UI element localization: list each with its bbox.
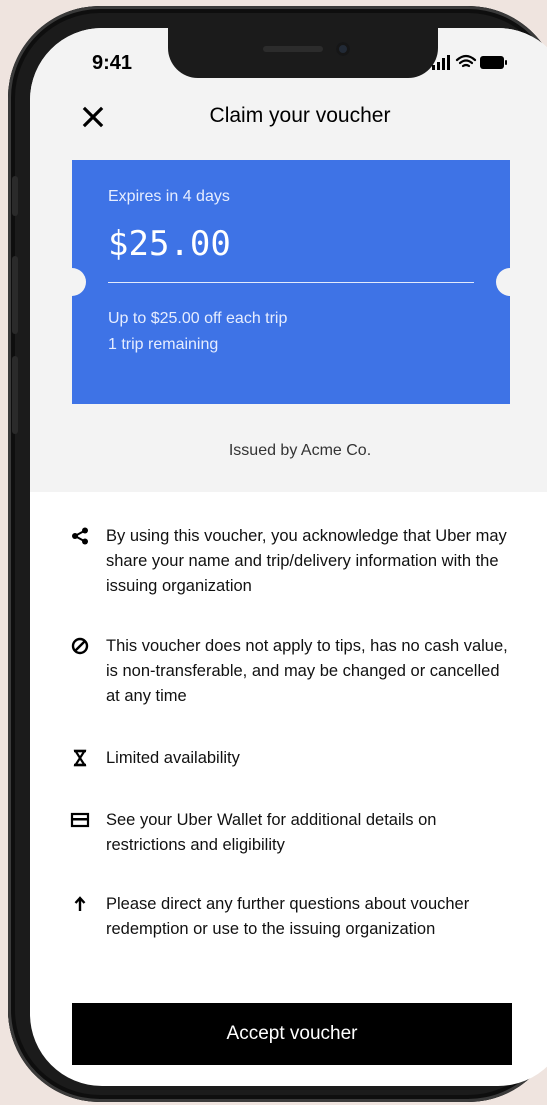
voucher-divider xyxy=(108,282,474,283)
term-text: See your Uber Wallet for additional deta… xyxy=(106,811,437,854)
wallet-icon xyxy=(70,812,90,828)
voucher-card: Expires in 4 days $25.00 Up to $25.00 of… xyxy=(58,160,524,404)
mute-switch xyxy=(12,176,18,216)
ticket-notch-right xyxy=(496,268,524,296)
volume-up-button xyxy=(12,256,18,334)
voucher-amount: $25.00 xyxy=(108,224,231,264)
header: Claim your voucher xyxy=(30,98,547,138)
prohibited-icon xyxy=(71,637,89,655)
term-text: This voucher does not apply to tips, has… xyxy=(106,637,508,705)
status-time: 9:41 xyxy=(92,52,133,74)
share-icon xyxy=(72,527,88,545)
status-icons xyxy=(430,52,510,72)
ticket-notch-left xyxy=(58,268,86,296)
page-title: Claim your voucher xyxy=(209,104,391,127)
phone-frame: 9:41 Claim your voucher Expires in 4 day… xyxy=(8,6,547,1102)
notch xyxy=(168,28,438,78)
wifi-icon xyxy=(455,54,477,68)
speaker xyxy=(263,46,323,52)
voucher-expiry: Expires in 4 days xyxy=(108,188,230,205)
term-text: Limited availability xyxy=(106,749,240,767)
hourglass-icon xyxy=(73,749,87,767)
arrow-up-icon xyxy=(74,896,86,911)
voucher-detail: Up to $25.00 off each trip xyxy=(108,310,288,327)
signal-icon xyxy=(432,55,450,70)
term-text: By using this voucher, you acknowledge t… xyxy=(106,527,507,595)
volume-down-button xyxy=(12,356,18,434)
voucher-remaining: 1 trip remaining xyxy=(108,336,219,353)
term-text: Please direct any further questions abou… xyxy=(106,895,470,938)
accept-voucher-button[interactable]: Accept voucher xyxy=(72,1003,512,1065)
battery-icon xyxy=(480,56,507,69)
screen: 9:41 Claim your voucher Expires in 4 day… xyxy=(30,28,547,1086)
issuer-label: Issued by Acme Co. xyxy=(228,442,372,459)
camera xyxy=(336,42,350,56)
